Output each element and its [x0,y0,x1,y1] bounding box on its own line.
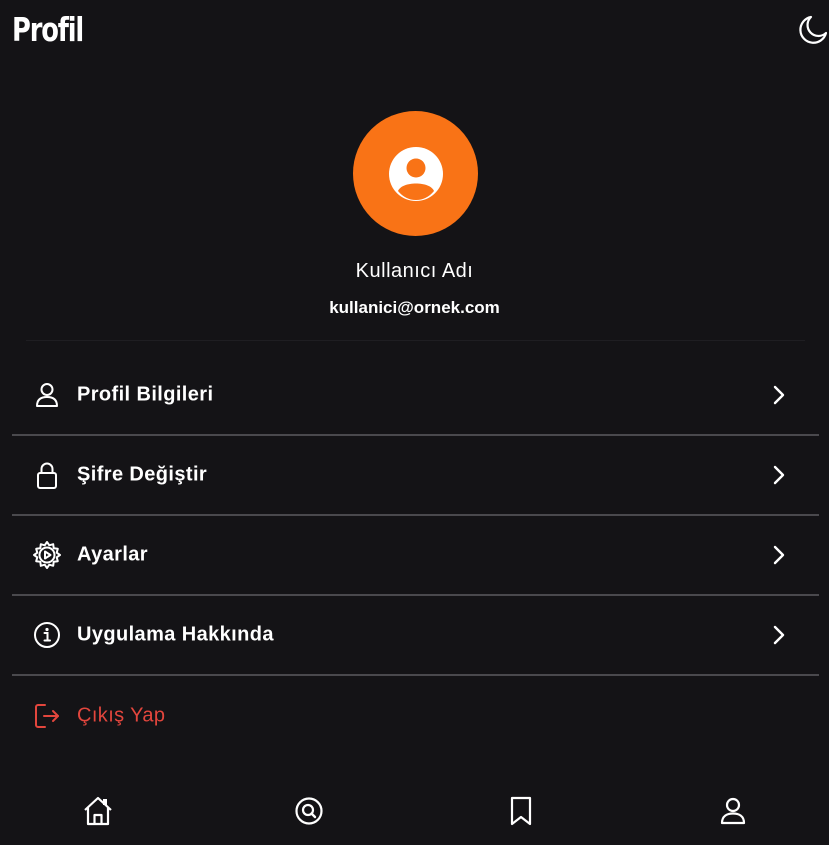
chevron-right-icon [767,463,791,487]
logout-button[interactable]: Çıkış Yap [12,676,819,756]
user-icon [32,380,62,410]
menu-item-label: Ayarlar [77,543,148,566]
divider [26,340,805,341]
profile-screen: Profil Kullanıcı Adı kullanici@ornek.com [0,0,829,845]
profile-icon[interactable] [716,794,750,828]
avatar[interactable] [353,111,478,236]
user-email: kullanici@ornek.com [329,298,500,317]
profile-menu: Profil Bilgileri Şifre Değiştir Ayarlar … [12,356,819,676]
chevron-right-icon [767,383,791,407]
bookmark-icon[interactable] [504,794,538,828]
user-name: Kullanıcı Adı [355,260,474,282]
chevron-right-icon [767,543,791,567]
menu-item-change-password[interactable]: Şifre Değiştir [12,436,819,516]
home-icon[interactable] [81,794,115,828]
user-circle-icon [388,146,444,202]
page-title: Profil [12,10,84,49]
info-icon [32,620,62,650]
lock-icon [32,460,62,490]
menu-item-label: Uygulama Hakkında [77,623,274,646]
search-icon[interactable] [292,794,326,828]
menu-item-profile-info[interactable]: Profil Bilgileri [12,356,819,436]
gear-icon [32,540,62,570]
menu-item-label: Şifre Değiştir [77,463,208,486]
header: Profil [0,0,829,64]
menu-item-about[interactable]: Uygulama Hakkında [12,596,819,676]
chevron-right-icon [767,623,791,647]
moon-icon[interactable] [797,14,829,46]
bottom-nav [0,780,829,845]
logout-icon [32,701,62,731]
menu-item-label: Profil Bilgileri [77,383,214,406]
menu-item-settings[interactable]: Ayarlar [12,516,819,596]
logout-label: Çıkış Yap [77,704,166,727]
